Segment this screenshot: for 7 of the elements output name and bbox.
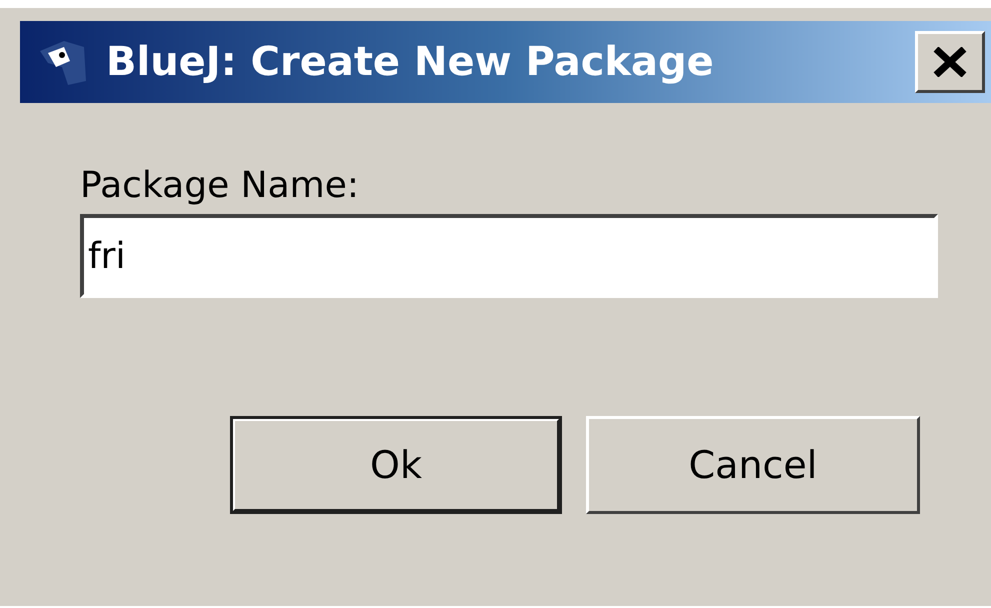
- cancel-button[interactable]: Cancel: [586, 416, 920, 514]
- close-button[interactable]: [915, 31, 985, 93]
- window-title: BlueJ: Create New Package: [106, 39, 715, 85]
- field-label: Package Name:: [80, 165, 360, 206]
- close-icon: [933, 47, 967, 77]
- package-name-field[interactable]: fri: [80, 214, 938, 298]
- ok-button[interactable]: Ok: [230, 416, 562, 514]
